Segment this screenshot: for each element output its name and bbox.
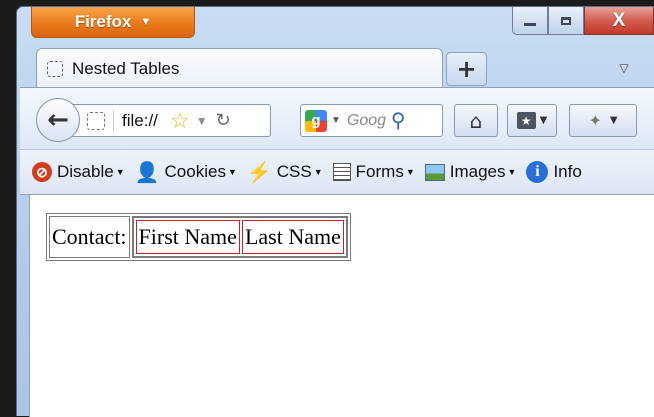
- firefox-menu-button[interactable]: Firefox ▼: [31, 7, 195, 38]
- home-button[interactable]: ⌂: [454, 104, 498, 137]
- search-icon[interactable]: ⚲: [391, 108, 406, 133]
- tab-label: Nested Tables: [72, 58, 180, 78]
- dev-info-label: Info: [553, 162, 582, 181]
- chevron-down-icon: ▽: [619, 61, 629, 75]
- chevron-down-icon: ▼: [405, 167, 415, 177]
- close-icon: X: [612, 9, 626, 31]
- dev-info-menu[interactable]: i Info: [526, 161, 582, 183]
- nested-table-cell: First Name Last Name: [131, 216, 348, 258]
- back-button[interactable]: ←: [36, 98, 80, 142]
- chevron-down-icon: ▼: [313, 167, 323, 177]
- dev-cookies-label: Cookies: [164, 162, 226, 181]
- bookmarks-menu-button[interactable]: ★ ▼: [507, 104, 557, 137]
- dev-forms-label: Forms: [355, 162, 404, 181]
- firefox-menu-label: Firefox: [74, 12, 132, 31]
- dev-images-menu[interactable]: Images ▼: [424, 162, 517, 182]
- chevron-down-icon: ▼: [115, 167, 125, 177]
- chevron-down-icon: ▼: [539, 115, 548, 126]
- bookmarks-icon: ★: [516, 112, 536, 129]
- chevron-down-icon: ▼: [140, 16, 152, 28]
- chevron-down-icon: ▼: [609, 115, 618, 126]
- dev-css-menu[interactable]: ⚡ CSS ▼: [247, 160, 323, 185]
- dev-cookies-menu[interactable]: 👤 Cookies ▼: [135, 160, 237, 185]
- disable-icon: ⊘: [32, 162, 52, 182]
- outer-table: Contact: First Name Last Name: [46, 213, 351, 261]
- page-icon: [47, 60, 63, 77]
- person-icon: 👤: [134, 161, 160, 184]
- dev-images-label: Images: [449, 162, 506, 181]
- addon-button[interactable]: ✦ ▼: [569, 104, 637, 137]
- addon-icon: ✦: [588, 111, 602, 130]
- search-engine-dropdown-icon[interactable]: ▼: [331, 115, 341, 126]
- chevron-down-icon: ▼: [507, 167, 517, 177]
- maximize-button[interactable]: [548, 7, 584, 35]
- back-arrow-icon: ←: [47, 105, 69, 135]
- forms-icon: [332, 163, 351, 181]
- bookmark-star-icon[interactable]: ☆: [170, 108, 190, 134]
- dev-css-label: CSS: [276, 162, 312, 181]
- tab-nested-tables[interactable]: Nested Tables: [36, 48, 443, 88]
- browser-window: Firefox ▼ X Nested Tables + ▽ file:// ☆ …: [16, 6, 654, 417]
- dev-disable-label: Disable: [57, 162, 114, 181]
- page-content: Contact: First Name Last Name: [29, 195, 654, 417]
- chevron-down-icon: ▼: [227, 167, 237, 177]
- dev-disable-menu[interactable]: ⊘ Disable ▼: [32, 162, 125, 182]
- minimize-icon: [524, 23, 536, 26]
- web-developer-toolbar: ⊘ Disable ▼ 👤 Cookies ▼ ⚡ CSS ▼ Forms ▼ Imag…: [20, 149, 654, 195]
- first-name-cell: First Name: [135, 220, 240, 254]
- last-name-cell: Last Name: [241, 220, 344, 254]
- info-icon: i: [526, 161, 549, 183]
- search-input[interactable]: Goog: [347, 112, 387, 130]
- url-divider: [113, 109, 114, 132]
- plus-icon: +: [456, 55, 477, 83]
- window-controls: X: [512, 7, 654, 35]
- reload-icon[interactable]: ↻: [216, 110, 231, 131]
- contact-cell: Contact:: [49, 216, 130, 258]
- wand-icon: ⚡: [246, 161, 272, 184]
- list-all-tabs-button[interactable]: ▽: [613, 57, 635, 79]
- search-bar[interactable]: g ▼ Goog ⚲: [300, 104, 443, 137]
- site-identity-icon[interactable]: [87, 111, 105, 130]
- maximize-icon: [561, 16, 571, 25]
- minimize-button[interactable]: [512, 7, 548, 35]
- url-bar[interactable]: file:// ☆ ▼ ↻: [65, 104, 271, 137]
- images-icon: [424, 163, 445, 181]
- close-button[interactable]: X: [584, 7, 654, 35]
- url-history-dropdown-icon[interactable]: ▼: [196, 114, 208, 128]
- dev-forms-menu[interactable]: Forms ▼: [332, 162, 415, 182]
- url-text[interactable]: file://: [122, 111, 166, 131]
- new-tab-button[interactable]: +: [446, 52, 487, 86]
- home-icon: ⌂: [469, 108, 483, 133]
- google-icon[interactable]: g: [305, 109, 327, 132]
- inner-table: First Name Last Name: [132, 217, 347, 257]
